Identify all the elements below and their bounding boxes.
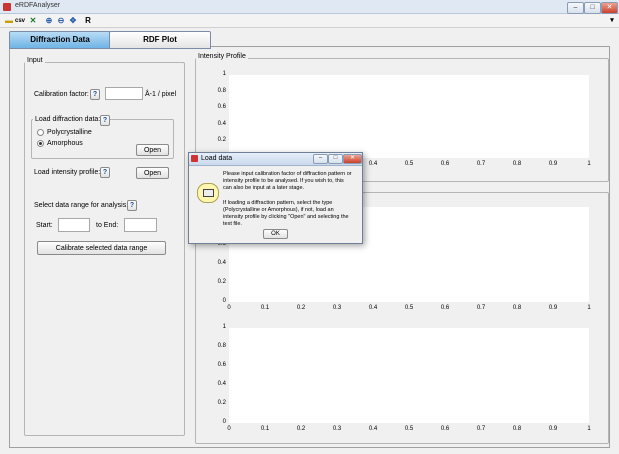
y-tick-label: 0.8 [217,87,226,94]
dialog-message-2: If loading a diffraction pattern, select… [223,200,349,227]
close-button[interactable]: ✕ [601,2,618,14]
x-tick-label: 0.9 [548,426,558,432]
amorphous-label: Amorphous [47,140,83,147]
polycrystalline-label: Polycrystalline [47,129,92,136]
open-profile-button[interactable]: Open [136,167,169,179]
x-tick-label: 0.1 [260,426,270,432]
x-tick-label: 0.9 [548,305,558,311]
toolbar-chevron-icon[interactable]: ▾ [607,16,617,26]
y-tick-label: 0.6 [217,104,226,111]
load-data-dialog: Load data – □ ✕ Please input calibration… [188,152,363,244]
x-tick-label: 1 [587,161,591,167]
calibration-factor-input[interactable] [105,87,143,100]
x-tick-label: 0.2 [296,426,306,432]
y-tick-label: 0.2 [217,400,226,406]
end-label: to End: [96,222,119,229]
y-tick-label: 0.8 [217,343,226,349]
x-tick-label: 0.8 [512,426,522,432]
plot-area[interactable] [229,75,589,158]
title-bar: eRDFAnalyser – □ ✕ [0,0,619,14]
tab-rdf-plot[interactable]: RDF Plot [109,31,211,49]
maximize-button[interactable]: □ [584,2,601,14]
y-tick-label: 0 [222,298,226,304]
x-tick-label: 0 [227,426,231,432]
calibration-help-button[interactable]: ? [90,89,100,100]
amorphous-radio[interactable] [37,140,44,147]
x-tick-label: 0.7 [476,426,486,432]
x-tick-label: 0.1 [260,305,270,311]
x-tick-label: 0.8 [512,305,522,311]
x-tick-label: 0.5 [404,161,414,167]
input-panel-title: Input [25,57,45,64]
x-tick-label: 0.7 [476,305,486,311]
load-diffraction-label: Load diffraction data: [33,116,103,123]
y-tick-label: 0.4 [217,120,226,127]
load-profile-help-button[interactable]: ? [100,167,110,178]
dialog-app-icon [191,155,198,162]
excel-icon[interactable]: ✕ [28,16,38,26]
dialog-maximize-button[interactable]: □ [328,154,343,164]
x-tick-label: 0.9 [548,161,558,167]
y-tick-label: 0.6 [217,362,226,368]
open-diffraction-button[interactable]: Open [136,144,169,156]
minimize-button[interactable]: – [567,2,584,14]
start-input[interactable] [58,218,90,232]
start-label: Start: [36,222,53,229]
x-tick-label: 0.6 [440,305,450,311]
app-icon [3,3,11,11]
x-tick-label: 0.4 [368,305,378,311]
x-tick-label: 0.6 [440,161,450,167]
calibration-unit: Å-1 / pixel [145,91,177,98]
y-tick-label: 1 [222,324,226,330]
x-tick-label: 0.2 [296,305,306,311]
calibrate-range-button[interactable]: Calibrate selected data range [37,241,166,255]
x-tick-label: 0 [227,305,231,311]
calibration-label: Calibration factor: [34,91,89,98]
select-range-label: Select data range for analysis: [34,202,129,209]
polycrystalline-radio[interactable] [37,129,44,136]
window-title: eRDFAnalyser [15,2,61,9]
y-tick-label: 0.4 [217,381,226,387]
plot-area[interactable] [229,328,589,423]
dialog-title-bar: Load data – □ ✕ [189,153,362,166]
select-range-help-button[interactable]: ? [127,200,137,211]
tab-diffraction-data[interactable]: Diffraction Data [9,31,111,49]
zoom-in-icon[interactable]: ⊕ [44,16,54,26]
pan-icon[interactable]: ✥ [68,16,78,26]
end-input[interactable] [124,218,157,232]
csv-icon[interactable]: csv [15,16,25,26]
toolbar: ▬ csv ✕ ⊕ ⊖ ✥ R ▾ [0,14,619,28]
zoom-out-icon[interactable]: ⊖ [56,16,66,26]
x-tick-label: 1 [587,426,591,432]
dialog-close-button[interactable]: ✕ [343,154,362,164]
y-tick-label: 0 [222,419,226,425]
x-tick-label: 0.5 [404,426,414,432]
dialog-ok-button[interactable]: OK [263,229,288,239]
load-diffraction-help-button[interactable]: ? [100,115,110,126]
intensity-profile-title: Intensity Profile [196,53,248,60]
x-tick-label: 0.4 [368,161,378,167]
y-tick-label: 0.2 [217,279,226,285]
folder-open-icon[interactable]: ▬ [4,16,14,26]
r-icon[interactable]: R [83,16,93,26]
load-profile-label: Load intensity profile: [34,169,101,176]
x-tick-label: 0.5 [404,305,414,311]
x-tick-label: 1 [587,305,591,311]
y-tick-label: 1 [222,71,226,77]
x-tick-label: 0.4 [368,426,378,432]
x-tick-label: 0.3 [332,305,342,311]
x-tick-label: 0.7 [476,161,486,167]
x-tick-label: 0.3 [332,426,342,432]
dialog-minimize-button[interactable]: – [313,154,328,164]
y-tick-label: 0.4 [217,260,226,266]
x-tick-label: 0.8 [512,161,522,167]
y-tick-label: 0.2 [217,137,226,144]
x-tick-label: 0.6 [440,426,450,432]
help-speech-bubble-icon [197,183,219,203]
dialog-title: Load data [201,155,233,162]
dialog-message-1: Please input calibration factor of diffr… [223,171,352,191]
